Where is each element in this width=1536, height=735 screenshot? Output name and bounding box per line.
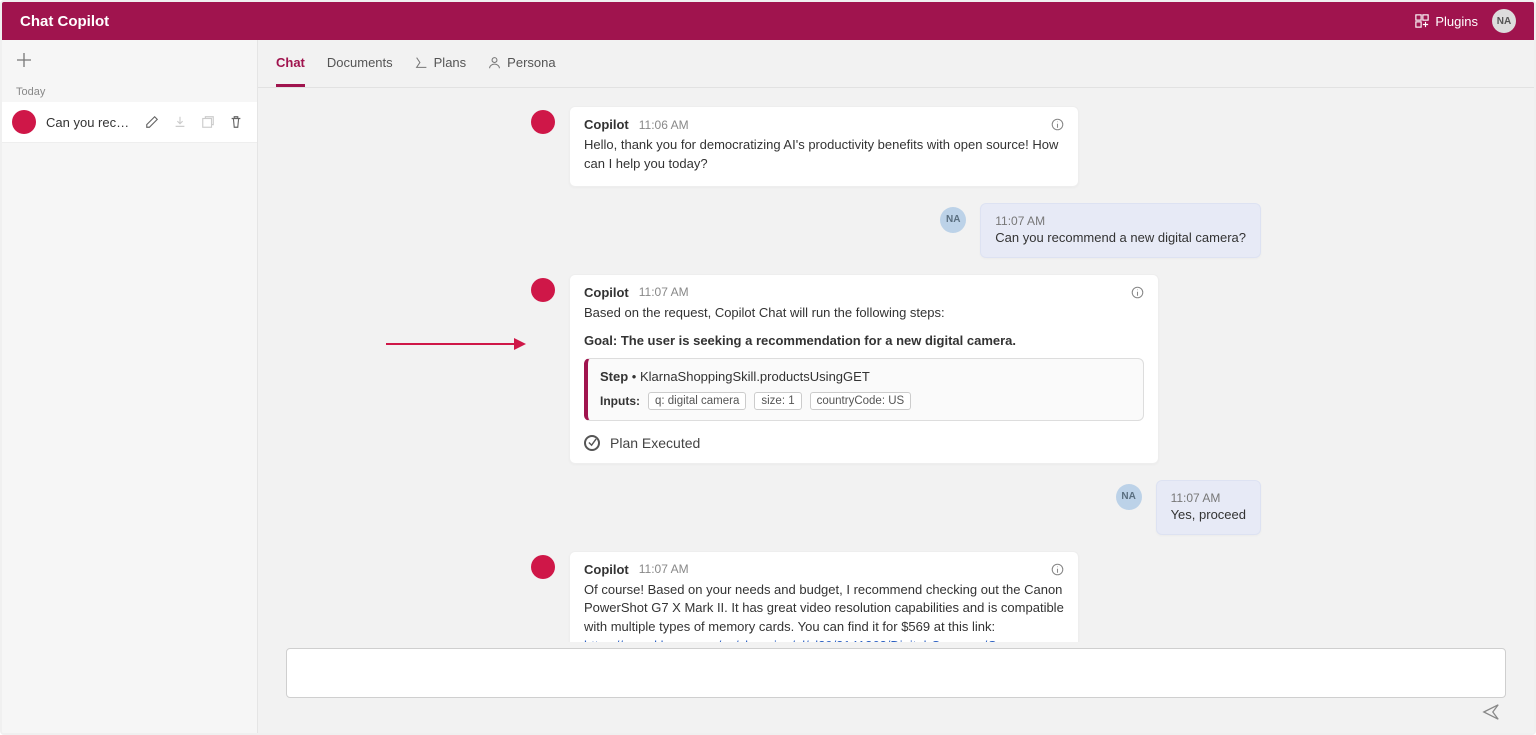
input-chip-size: size: 1 [754,392,801,410]
message-bubble: Copilot 11:07 AM Based on the request, C… [569,274,1159,464]
check-circle-icon [584,435,600,451]
app-title: Chat Copilot [20,13,109,30]
input-chip-country: countryCode: US [810,392,912,410]
message-bot-3: Copilot 11:07 AM Of course! Based on you… [531,551,1261,642]
plans-icon [415,56,428,69]
plugins-label: Plugins [1435,14,1478,29]
plugins-button[interactable]: Plugins [1415,14,1478,29]
message-bubble: Copilot 11:07 AM Of course! Based on you… [569,551,1079,642]
edit-icon[interactable] [145,115,163,129]
tab-chat[interactable]: Chat [276,40,305,87]
sidebar: Today Can you recom… [2,40,258,733]
send-button[interactable] [1482,703,1500,721]
annotation-arrow-icon [386,334,526,354]
main: Chat Documents Plans Persona [258,40,1534,733]
persona-icon [488,56,501,69]
plan-executed-row: Plan Executed [584,435,1144,451]
message-bubble: 11:07 AM Can you recommend a new digital… [980,203,1261,258]
message-time: 11:07 AM [1171,491,1246,505]
message-sender: Copilot [584,285,629,300]
message-time: 11:07 AM [995,214,1246,228]
app-root: Chat Copilot Plugins NA To [0,0,1536,735]
rec-text: Of course! Based on your needs and budge… [584,582,1064,635]
tabs: Chat Documents Plans Persona [258,40,1534,88]
bot-avatar-icon [531,110,555,134]
user-avatar-icon: NA [1116,484,1142,510]
user-avatar-header[interactable]: NA [1492,9,1516,33]
message-user-1: NA 11:07 AM Can you recommend a new digi… [531,203,1261,258]
user-avatar-icon: NA [940,207,966,233]
tab-documents[interactable]: Documents [327,40,393,87]
bot-avatar-icon [531,555,555,579]
chat-item-title: Can you recom… [46,115,135,130]
rec-link[interactable]: https://www.klarna.com/us/shopping/pl/cl… [584,638,1030,642]
message-time: 11:07 AM [639,285,689,299]
input-chip-q: q: digital camera [648,392,746,410]
bot-avatar-icon [531,278,555,302]
message-text: Can you recommend a new digital camera? [995,230,1246,245]
tab-plans[interactable]: Plans [415,40,467,87]
info-icon[interactable] [1131,286,1144,299]
plan-step-line: Step • KlarnaShoppingSkill.productsUsing… [600,369,1131,384]
plan-executed-label: Plan Executed [610,435,700,451]
message-text: Of course! Based on your needs and budge… [584,581,1064,642]
step-name: KlarnaShoppingSkill.productsUsingGET [640,369,870,384]
tab-documents-label: Documents [327,55,393,70]
body: Today Can you recom… [2,40,1534,733]
message-sender: Copilot [584,562,629,577]
message-bubble: Copilot 11:06 AM Hello, thank you for de… [569,106,1079,187]
delete-icon[interactable] [229,115,247,129]
inputs-label: Inputs: [600,394,640,408]
message-time: 11:07 AM [639,562,689,576]
composer-area [258,642,1534,733]
info-icon[interactable] [1051,563,1064,576]
sidebar-section-label: Today [2,82,257,102]
sidebar-top [2,40,257,80]
info-icon[interactable] [1051,118,1064,131]
message-text: Hello, thank you for democratizing AI's … [584,136,1064,174]
step-label: Step [600,369,628,384]
message-sender: Copilot [584,117,629,132]
tab-persona-label: Persona [507,55,555,70]
tab-chat-label: Chat [276,55,305,70]
chat-item-dot-icon [12,110,36,134]
message-bubble: 11:07 AM Yes, proceed [1156,480,1261,535]
share-icon [201,115,219,129]
plan-step-box: Step • KlarnaShoppingSkill.productsUsing… [584,358,1144,421]
message-input[interactable] [286,648,1506,698]
plugins-icon [1415,14,1429,28]
message-time: 11:06 AM [639,118,689,132]
step-separator: • [632,369,640,384]
header-right: Plugins NA [1415,9,1516,33]
plan-goal: Goal: The user is seeking a recommendati… [584,333,1144,348]
download-icon [173,115,191,129]
message-text: Yes, proceed [1171,507,1246,522]
conversation[interactable]: Copilot 11:06 AM Hello, thank you for de… [258,88,1534,642]
tab-persona[interactable]: Persona [488,40,555,87]
message-bot-1: Copilot 11:06 AM Hello, thank you for de… [531,106,1261,187]
message-bot-2: Copilot 11:07 AM Based on the request, C… [531,274,1261,464]
new-chat-button[interactable] [16,52,243,68]
tab-plans-label: Plans [434,55,467,70]
plan-intro: Based on the request, Copilot Chat will … [584,304,1144,323]
app-header: Chat Copilot Plugins NA [2,2,1534,40]
message-user-2: NA 11:07 AM Yes, proceed [531,480,1261,535]
plan-inputs: Inputs: q: digital camera size: 1 countr… [600,392,1131,410]
sidebar-chat-item[interactable]: Can you recom… [2,102,257,143]
